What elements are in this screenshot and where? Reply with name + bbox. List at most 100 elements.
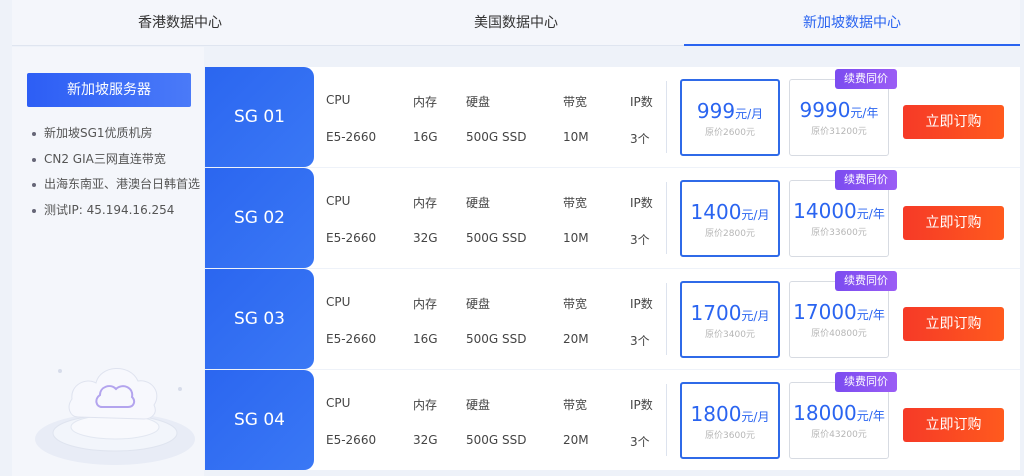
monthly-price: 999	[696, 99, 736, 123]
feature-item: 测试IP: 45.194.16.254	[30, 198, 202, 224]
spec-label: 带宽	[563, 297, 588, 311]
monthly-unit: 元/月	[741, 309, 770, 323]
divider	[666, 384, 667, 456]
buy-now-button[interactable]: 立即订购	[903, 105, 1004, 139]
datacenter-tabs: 香港数据中心 美国数据中心 新加坡数据中心	[12, 0, 1020, 46]
monthly-price-option[interactable]: 999元/月 原价2600元	[680, 79, 780, 156]
spec-value: 3个	[630, 334, 650, 348]
server-row: SG 03 CPU E5-2660 内存 16G 硬盘 500G SSD 带宽 …	[205, 269, 1020, 370]
spec-value: E5-2660	[326, 332, 377, 346]
buy-now-button[interactable]: 立即订购	[903, 206, 1004, 240]
monthly-price: 1800	[690, 402, 742, 426]
spec-label: 硬盘	[466, 95, 491, 109]
yearly-original-price: 原价33600元	[811, 228, 867, 238]
monthly-original-price: 原价2600元	[705, 128, 755, 138]
monthly-unit: 元/月	[741, 208, 770, 222]
yearly-price-option[interactable]: 17000元/年 原价40800元	[789, 281, 889, 358]
monthly-price-option[interactable]: 1800元/月 原价3600元	[680, 382, 780, 459]
divider	[666, 283, 667, 355]
server-id: SG 04	[205, 370, 314, 470]
spec-value: 500G SSD	[466, 332, 527, 346]
spec-label: 内存	[413, 398, 438, 412]
server-list: SG 01 CPU E5-2660 内存 16G 硬盘 500G SSD 带宽 …	[205, 67, 1020, 471]
monthly-price: 1400	[690, 200, 742, 224]
spec-value: 10M	[563, 231, 589, 245]
feature-item: 出海东南亚、港澳台日韩首选	[30, 172, 202, 198]
yearly-price: 9990	[799, 98, 851, 122]
spec-label: CPU	[326, 93, 351, 107]
sidebar: 新加坡服务器 新加坡SG1优质机房 CN2 GIA三网直连带宽 出海东南亚、港澳…	[12, 47, 204, 476]
renewal-badge: 续费同价	[835, 170, 897, 190]
spec-value: 20M	[563, 433, 589, 447]
spec-value: 500G SSD	[466, 231, 527, 245]
spec-label: IP数	[630, 95, 653, 109]
spec-value: 500G SSD	[466, 130, 527, 144]
spec-label: 硬盘	[466, 196, 491, 210]
server-row: SG 02 CPU E5-2660 内存 32G 硬盘 500G SSD 带宽 …	[205, 168, 1020, 269]
monthly-price-option[interactable]: 1700元/月 原价3400元	[680, 281, 780, 358]
spec-label: 带宽	[563, 196, 588, 210]
spec-value: E5-2660	[326, 433, 377, 447]
spec-label: 带宽	[563, 398, 588, 412]
spec-value: 3个	[630, 435, 650, 449]
yearly-unit: 元/年	[856, 409, 885, 423]
yearly-unit: 元/年	[850, 106, 879, 120]
cloud-platform-illustration-icon	[35, 368, 195, 465]
buy-now-button[interactable]: 立即订购	[903, 307, 1004, 341]
spec-label: 内存	[413, 196, 438, 210]
monthly-original-price: 原价3600元	[705, 431, 755, 441]
singapore-server-button[interactable]: 新加坡服务器	[27, 73, 191, 107]
yearly-unit: 元/年	[856, 207, 885, 221]
spec-label: 带宽	[563, 95, 588, 109]
feature-item: CN2 GIA三网直连带宽	[30, 147, 202, 173]
spec-value: 3个	[630, 132, 650, 146]
renewal-badge: 续费同价	[835, 271, 897, 291]
server-row: SG 01 CPU E5-2660 内存 16G 硬盘 500G SSD 带宽 …	[205, 67, 1020, 168]
monthly-price: 1700	[690, 301, 742, 325]
spec-value: 16G	[413, 332, 438, 346]
yearly-price-option[interactable]: 9990元/年 原价31200元	[789, 79, 889, 156]
spec-value: 3个	[630, 233, 650, 247]
monthly-unit: 元/月	[741, 410, 770, 424]
yearly-price-option[interactable]: 14000元/年 原价33600元	[789, 180, 889, 257]
yearly-original-price: 原价43200元	[811, 430, 867, 440]
divider	[666, 182, 667, 254]
yearly-original-price: 原价31200元	[811, 127, 867, 137]
spec-label: CPU	[326, 295, 351, 309]
buy-now-button[interactable]: 立即订购	[903, 408, 1004, 442]
divider	[666, 81, 667, 153]
yearly-unit: 元/年	[856, 308, 885, 322]
tab-hongkong[interactable]: 香港数据中心	[12, 0, 348, 45]
spec-label: CPU	[326, 396, 351, 410]
yearly-original-price: 原价40800元	[811, 329, 867, 339]
monthly-original-price: 原价3400元	[705, 330, 755, 340]
monthly-unit: 元/月	[735, 107, 764, 121]
spec-label: 内存	[413, 95, 438, 109]
renewal-badge: 续费同价	[835, 372, 897, 392]
spec-value: 32G	[413, 231, 438, 245]
spec-value: E5-2660	[326, 231, 377, 245]
tab-singapore[interactable]: 新加坡数据中心	[684, 0, 1020, 46]
server-id: SG 03	[205, 269, 314, 369]
monthly-price-option[interactable]: 1400元/月 原价2800元	[680, 180, 780, 257]
server-row: SG 04 CPU E5-2660 内存 32G 硬盘 500G SSD 带宽 …	[205, 370, 1020, 471]
yearly-price: 14000	[793, 199, 857, 223]
spec-label: IP数	[630, 196, 653, 210]
spec-value: 32G	[413, 433, 438, 447]
monthly-original-price: 原价2800元	[705, 229, 755, 239]
spec-label: 硬盘	[466, 398, 491, 412]
tab-usa[interactable]: 美国数据中心	[348, 0, 684, 45]
feature-item: 新加坡SG1优质机房	[30, 121, 202, 147]
spec-value: 500G SSD	[466, 433, 527, 447]
spec-label: CPU	[326, 194, 351, 208]
renewal-badge: 续费同价	[835, 69, 897, 89]
yearly-price: 17000	[793, 300, 857, 324]
spec-value: 20M	[563, 332, 589, 346]
spec-value: 16G	[413, 130, 438, 144]
yearly-price-option[interactable]: 18000元/年 原价43200元	[789, 382, 889, 459]
yearly-price: 18000	[793, 401, 857, 425]
spec-label: IP数	[630, 398, 653, 412]
spec-label: 硬盘	[466, 297, 491, 311]
spec-value: 10M	[563, 130, 589, 144]
spec-value: E5-2660	[326, 130, 377, 144]
